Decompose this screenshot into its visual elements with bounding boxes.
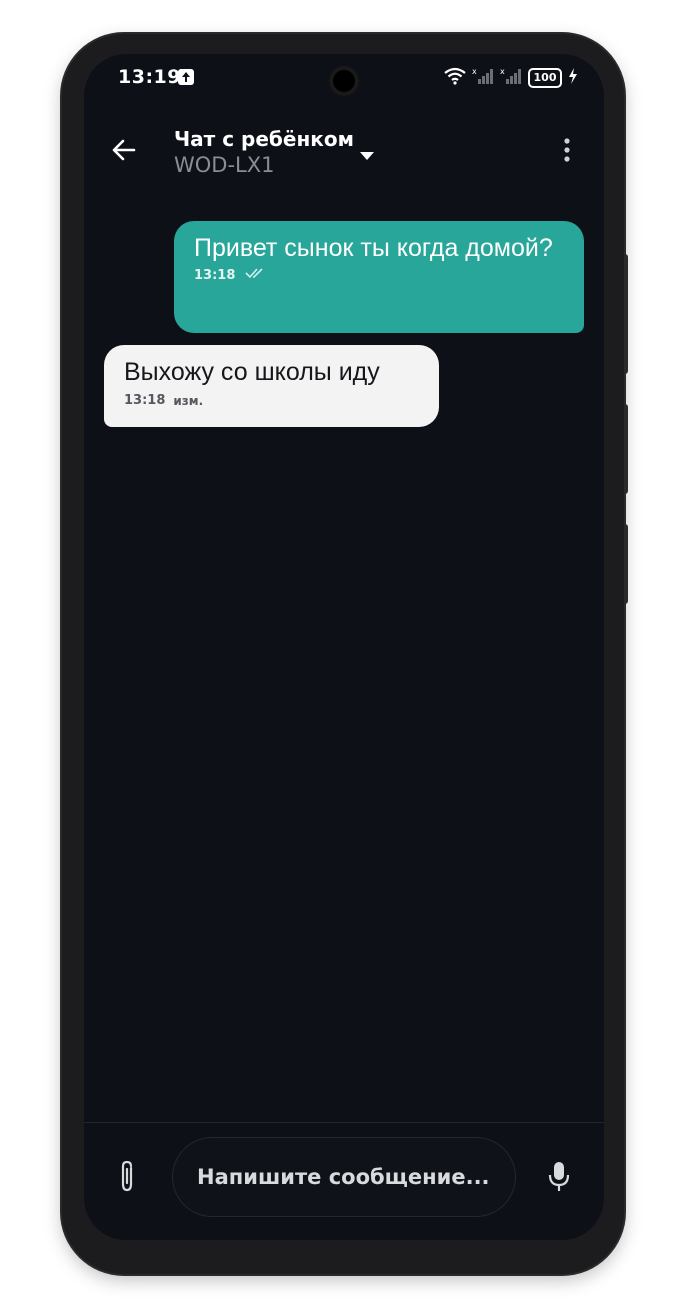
- power-button: [624, 404, 628, 494]
- svg-text:x: x: [500, 67, 505, 76]
- side-button: [624, 524, 628, 604]
- wifi-icon: [444, 67, 466, 89]
- chat-title: Чат с ребёнком: [174, 127, 354, 151]
- front-camera: [329, 66, 359, 96]
- double-check-icon: [245, 267, 267, 283]
- caret-down-icon: [359, 146, 375, 165]
- signal-bars-icon: x: [500, 67, 522, 89]
- chat-title-block[interactable]: Чат с ребёнком WOD-LX1: [174, 126, 354, 178]
- message-input[interactable]: [195, 1164, 499, 1190]
- incoming-message[interactable]: Выхожу со школы иду 13:18 изм.: [104, 345, 439, 427]
- battery-indicator: 100: [528, 68, 562, 88]
- status-time: 13:19: [118, 66, 181, 88]
- status-icons: x x 100: [444, 67, 578, 89]
- back-button[interactable]: [106, 134, 142, 170]
- more-vertical-icon: [563, 137, 571, 167]
- voice-message-button[interactable]: [544, 1159, 574, 1199]
- svg-text:x: x: [472, 67, 477, 76]
- upload-arrow-icon: [178, 69, 194, 85]
- charging-bolt-icon: [568, 67, 578, 89]
- message-time: 13:18: [124, 393, 166, 408]
- microphone-icon: [548, 1161, 570, 1197]
- paperclip-icon: [117, 1160, 137, 1198]
- edited-label: изм.: [173, 393, 204, 408]
- message-input-container: [172, 1137, 516, 1217]
- message-text: Привет сынок ты когда домой?: [194, 234, 553, 262]
- status-bar: 13:19 x x 100: [84, 54, 604, 102]
- chat-header: Чат с ребёнком WOD-LX1: [84, 114, 604, 190]
- message-text: Выхожу со школы иду: [124, 358, 380, 386]
- volume-button: [624, 254, 628, 374]
- message-time: 13:18: [194, 267, 236, 283]
- arrow-left-icon: [110, 136, 138, 168]
- signal-bars-icon: x: [472, 67, 494, 89]
- message-meta: 13:18: [194, 267, 564, 283]
- more-options-button[interactable]: [552, 134, 582, 170]
- chat-screen: 13:19 x x 100 Чат с ребёнком WOD-LX1 При…: [84, 54, 604, 1240]
- message-composer: [84, 1122, 604, 1240]
- device-name: WOD-LX1: [174, 153, 275, 177]
- attach-button[interactable]: [112, 1159, 142, 1199]
- outgoing-message[interactable]: Привет сынок ты когда домой? 13:18: [174, 221, 584, 333]
- message-meta: 13:18 изм.: [124, 393, 419, 408]
- device-dropdown-button[interactable]: [356, 144, 378, 166]
